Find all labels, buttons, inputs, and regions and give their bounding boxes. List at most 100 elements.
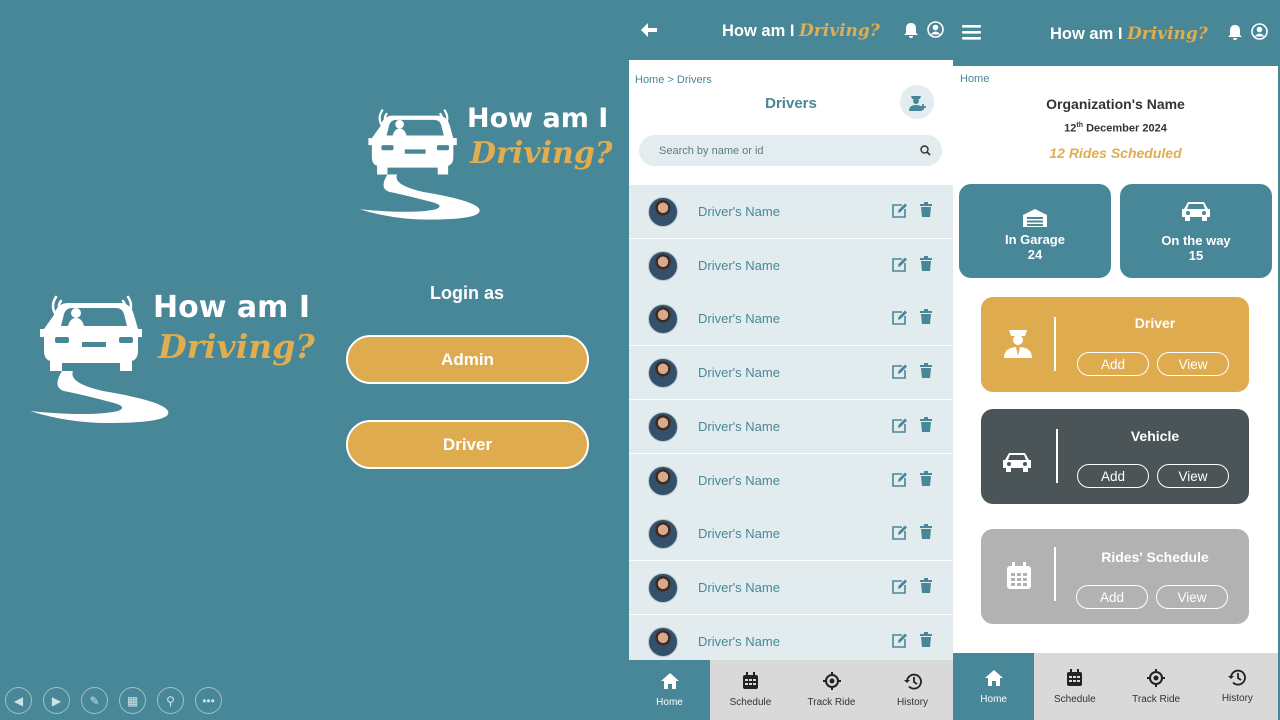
delete-icon[interactable] [920, 202, 932, 217]
edit-icon[interactable] [891, 632, 908, 649]
nav-label: Home [656, 697, 683, 708]
driver-row[interactable]: Driver's Name [629, 560, 953, 614]
rides-schedule-title: Rides' Schedule [1101, 549, 1209, 565]
nav-track-ride[interactable]: Track Ride [791, 660, 872, 720]
nav-label: Track Ride [807, 697, 856, 708]
nav-label: Schedule [729, 697, 772, 708]
in-garage-card[interactable]: In Garage 24 [959, 184, 1111, 278]
garage-count: 24 [1027, 247, 1043, 262]
driver-login-button[interactable]: Driver [346, 420, 589, 469]
splash-title-main: How am I [153, 290, 310, 325]
driver-row[interactable]: Driver's Name [629, 399, 953, 453]
delete-icon[interactable] [920, 309, 932, 325]
vehicle-card: Vehicle Add View [981, 409, 1249, 504]
driver-row[interactable]: Driver's Name [629, 507, 953, 561]
view-vehicles-button[interactable]: View [1157, 464, 1229, 488]
driver-card-title: Driver [1134, 315, 1176, 331]
add-driver-button[interactable] [900, 85, 934, 119]
nav-schedule[interactable]: Schedule [1034, 653, 1115, 720]
driver-row[interactable]: Driver's Name [629, 453, 953, 507]
search-input[interactable] [639, 135, 942, 166]
driver-row[interactable]: Driver's Name [629, 292, 953, 346]
driver-row[interactable]: Driver's Name [629, 185, 953, 238]
login-title-main: How am I [467, 103, 609, 134]
edit-icon[interactable] [891, 256, 908, 273]
zoom-icon[interactable]: ⚲ [157, 687, 184, 714]
edit-icon[interactable] [891, 471, 908, 488]
more-icon[interactable]: ••• [195, 687, 222, 714]
view-schedule-button[interactable]: View [1156, 585, 1228, 609]
home-screen: How am I Driving? Home Organization's Na… [953, 0, 1278, 720]
delete-icon[interactable] [920, 255, 932, 271]
car-icon [1182, 202, 1210, 221]
nav-label: Schedule [1054, 693, 1096, 705]
breadcrumb-home[interactable]: Home [635, 74, 664, 86]
delete-icon[interactable] [920, 416, 932, 432]
profile-icon[interactable] [1251, 23, 1268, 40]
next-icon[interactable]: ▶ [43, 687, 70, 714]
add-vehicle-button[interactable]: Add [1077, 464, 1149, 488]
admin-login-button[interactable]: Admin [346, 335, 589, 384]
delete-icon[interactable] [920, 470, 932, 486]
driver-name: Driver's Name [698, 418, 780, 434]
driver-card: Driver Add View [981, 297, 1249, 392]
driver-name: Driver's Name [698, 472, 780, 488]
add-driver-icon [909, 96, 926, 111]
add-schedule-button[interactable]: Add [1076, 585, 1148, 609]
delete-icon[interactable] [920, 524, 932, 540]
pen-icon[interactable]: ✎ [81, 687, 108, 714]
back-arrow-icon[interactable] [640, 22, 658, 38]
nav-history[interactable]: History [1197, 653, 1278, 720]
car-icon [1003, 453, 1031, 472]
driver-name: Driver's Name [698, 204, 780, 219]
calendar-icon [1066, 668, 1083, 690]
login-heading: Login as [429, 283, 504, 303]
breadcrumb-home[interactable]: Home [960, 73, 989, 85]
edit-icon[interactable] [891, 524, 908, 541]
edit-icon[interactable] [891, 309, 908, 326]
history-icon [903, 673, 922, 693]
edit-icon[interactable] [891, 202, 908, 219]
view-drivers-button[interactable]: View [1157, 352, 1229, 376]
bell-icon[interactable] [904, 22, 918, 38]
garage-icon [1023, 209, 1047, 227]
nav-track-ride[interactable]: Track Ride [1116, 653, 1197, 720]
app-header: How am I Driving? [953, 0, 1278, 66]
avatar [648, 626, 678, 657]
slides-icon[interactable]: ▦ [119, 687, 146, 714]
edit-icon[interactable] [891, 363, 908, 380]
nav-schedule[interactable]: Schedule [710, 660, 791, 720]
nav-history[interactable]: History [872, 660, 953, 720]
edit-icon[interactable] [891, 417, 908, 434]
nav-home[interactable]: Home [629, 660, 710, 720]
menu-icon[interactable] [962, 25, 981, 40]
search-icon[interactable] [920, 145, 931, 156]
driver-row[interactable]: Driver's Name [629, 346, 953, 400]
vehicle-card-title: Vehicle [1130, 428, 1180, 444]
driver-name: Driver's Name [698, 526, 780, 542]
avatar [648, 250, 678, 281]
delete-icon[interactable] [920, 363, 932, 379]
rides-schedule-card: Rides' Schedule Add View [981, 529, 1249, 624]
drivers-screen: How am I Driving? Home > Drivers Drivers… [629, 0, 953, 720]
history-icon [1228, 669, 1247, 689]
breadcrumb-current: Drivers [676, 74, 712, 86]
add-driver-button[interactable]: Add [1077, 352, 1149, 376]
date-label: 12th December 2024 [1064, 122, 1167, 135]
login-title-script: Driving? [470, 136, 613, 171]
nav-home[interactable]: Home [953, 653, 1035, 720]
prev-icon[interactable]: ◀ [5, 687, 32, 714]
on-the-way-card[interactable]: On the way 15 [1120, 184, 1272, 278]
driver-row[interactable]: Driver's Name [629, 238, 953, 292]
avatar [648, 572, 678, 603]
breadcrumb: Home > Drivers [635, 74, 712, 86]
avatar [648, 197, 678, 227]
on-way-label: On the way [1161, 233, 1231, 248]
edit-icon[interactable] [891, 578, 908, 595]
delete-icon[interactable] [920, 577, 932, 593]
delete-icon[interactable] [920, 631, 932, 647]
avatar [648, 519, 678, 550]
driver-name: Driver's Name [698, 257, 780, 273]
profile-icon[interactable] [927, 21, 944, 38]
bell-icon[interactable] [1228, 24, 1242, 40]
